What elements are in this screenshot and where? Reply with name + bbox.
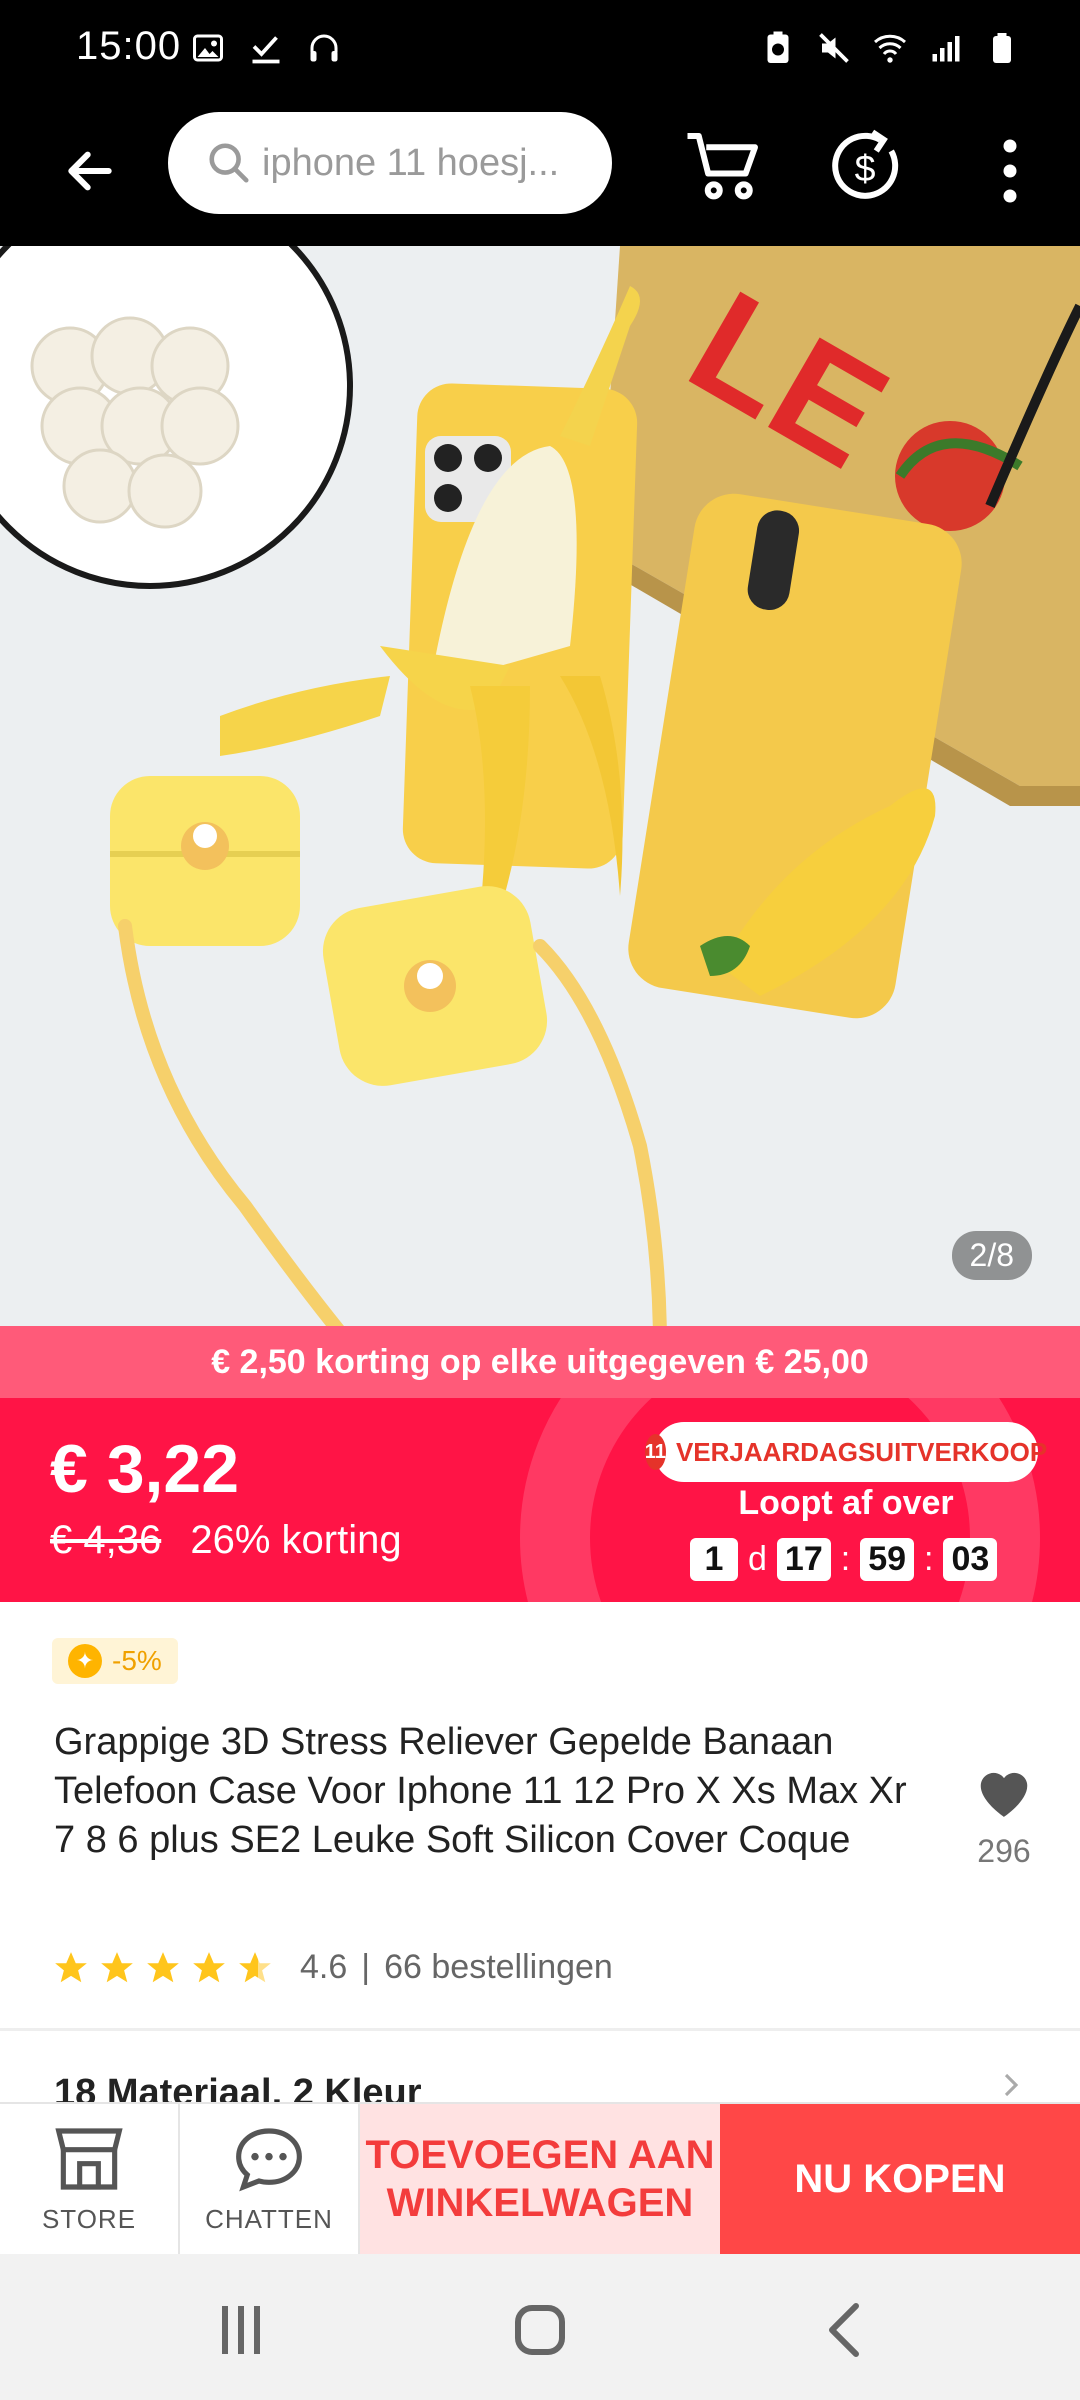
signal-icon <box>932 36 960 62</box>
check-download-icon <box>252 36 280 64</box>
headphones-icon <box>310 34 338 62</box>
star-icon <box>193 1951 225 1982</box>
rating-row[interactable]: 4.6 | 66 bestellingen <box>52 1948 613 1987</box>
system-nav-bar <box>0 2254 1080 2400</box>
countdown-days-unit: d <box>748 1540 767 1578</box>
search-icon <box>209 143 249 183</box>
buy-now-button[interactable]: NU KOPEN <box>720 2104 1080 2254</box>
status-bar: 15:00 <box>0 0 1080 96</box>
back-arrow-icon <box>68 151 112 191</box>
chat-icon <box>236 2127 302 2191</box>
app-header: iphone 11 hoesj... $ <box>0 96 1080 246</box>
rating-separator: | <box>361 1948 371 1986</box>
expires-label: Loopt af over <box>738 1484 954 1522</box>
status-time: 15:00 <box>76 24 182 68</box>
heart-icon <box>980 1772 1028 1817</box>
product-photo: LE <box>0 246 1080 1326</box>
countdown-days: 1 <box>690 1538 738 1581</box>
chat-button[interactable]: CHATTEN <box>180 2104 360 2254</box>
wishlist-count: 296 <box>977 1833 1031 1869</box>
countdown-hours: 17 <box>776 1538 831 1581</box>
coin-refresh-icon[interactable]: $ <box>820 121 910 211</box>
recents-icon[interactable] <box>202 2290 282 2370</box>
original-price: € 4,36 <box>50 1518 162 1562</box>
mute-icon <box>819 33 849 63</box>
home-icon[interactable] <box>500 2290 580 2370</box>
status-notification-icons <box>190 30 342 66</box>
promo-banner[interactable]: € 2,50 korting op elke uitgegeven € 25,0… <box>0 1326 1080 1398</box>
discount-percentage: 26% korting <box>190 1518 402 1562</box>
chat-label: CHATTEN <box>205 2203 333 2234</box>
store-button[interactable]: STORE <box>0 2104 180 2254</box>
anniversary-sale-badge[interactable]: 11 VERJAARDAGSUITVERKOOP <box>644 1422 1047 1482</box>
star-icon <box>147 1951 179 1982</box>
star-half-icon <box>239 1951 271 1982</box>
rating-value: 4.6 <box>300 1948 348 1986</box>
status-system-icons <box>760 30 1020 66</box>
wishlist-button[interactable]: 296 <box>962 1762 1046 1870</box>
section-divider <box>0 2028 1080 2031</box>
image-counter: 2/8 <box>951 1231 1032 1280</box>
star-icon <box>55 1951 87 1982</box>
coin-discount-label: -5% <box>112 1645 162 1676</box>
product-title: Grappige 3D Stress Reliever Gepelde Bana… <box>54 1721 907 1861</box>
chevron-right-icon[interactable] <box>996 2070 1026 2100</box>
countdown-separator: : <box>924 1540 934 1578</box>
store-icon <box>55 2127 123 2190</box>
store-label: STORE <box>41 2203 137 2234</box>
bottom-action-bar: STORE CHATTEN TOEVOEGEN AAN WINKELWAGEN … <box>0 2102 1080 2254</box>
price-row: € 4,36 26% korting <box>50 1518 402 1563</box>
back-button[interactable] <box>50 131 130 211</box>
more-vertical-icon[interactable] <box>980 126 1040 216</box>
product-info: ✦ -5% Grappige 3D Stress Reliever Gepeld… <box>0 1602 1080 2028</box>
coin-discount-chip[interactable]: ✦ -5% <box>52 1638 178 1684</box>
search-input[interactable]: iphone 11 hoesj... <box>168 112 612 214</box>
countdown-timer: 1 d 17 : 59 : 03 <box>690 1538 998 1581</box>
search-text: iphone 11 hoesj... <box>262 141 560 184</box>
star-icon <box>101 1951 133 1982</box>
countdown-minutes: 59 <box>860 1538 915 1581</box>
battery-saver-icon <box>767 31 789 63</box>
svg-text:$: $ <box>855 147 876 189</box>
wifi-icon <box>874 34 906 63</box>
cart-icon[interactable] <box>680 121 770 211</box>
sale-logo-icon: 11 <box>644 1434 666 1470</box>
current-price: € 3,22 <box>50 1431 240 1507</box>
product-image[interactable]: LE 2/8 <box>0 246 1080 1326</box>
battery-icon <box>993 33 1011 63</box>
specs-row[interactable]: 18 Materiaal, 2 Kleur <box>54 2072 422 2102</box>
image-icon <box>193 34 223 62</box>
countdown-seconds: 03 <box>943 1538 998 1581</box>
rating-stars <box>52 1949 274 1987</box>
add-to-cart-button[interactable]: TOEVOEGEN AAN WINKELWAGEN <box>360 2104 720 2254</box>
back-nav-icon[interactable] <box>808 2290 888 2370</box>
coin-icon: ✦ <box>68 1644 102 1678</box>
countdown-separator: : <box>840 1540 851 1578</box>
sale-badge-text: VERJAARDAGSUITVERKOOP <box>675 1436 1048 1467</box>
price-panel: € 3,22 € 4,36 26% korting 11 VERJAARDAGS… <box>0 1398 1080 1602</box>
orders-count: 66 bestellingen <box>384 1948 613 1986</box>
